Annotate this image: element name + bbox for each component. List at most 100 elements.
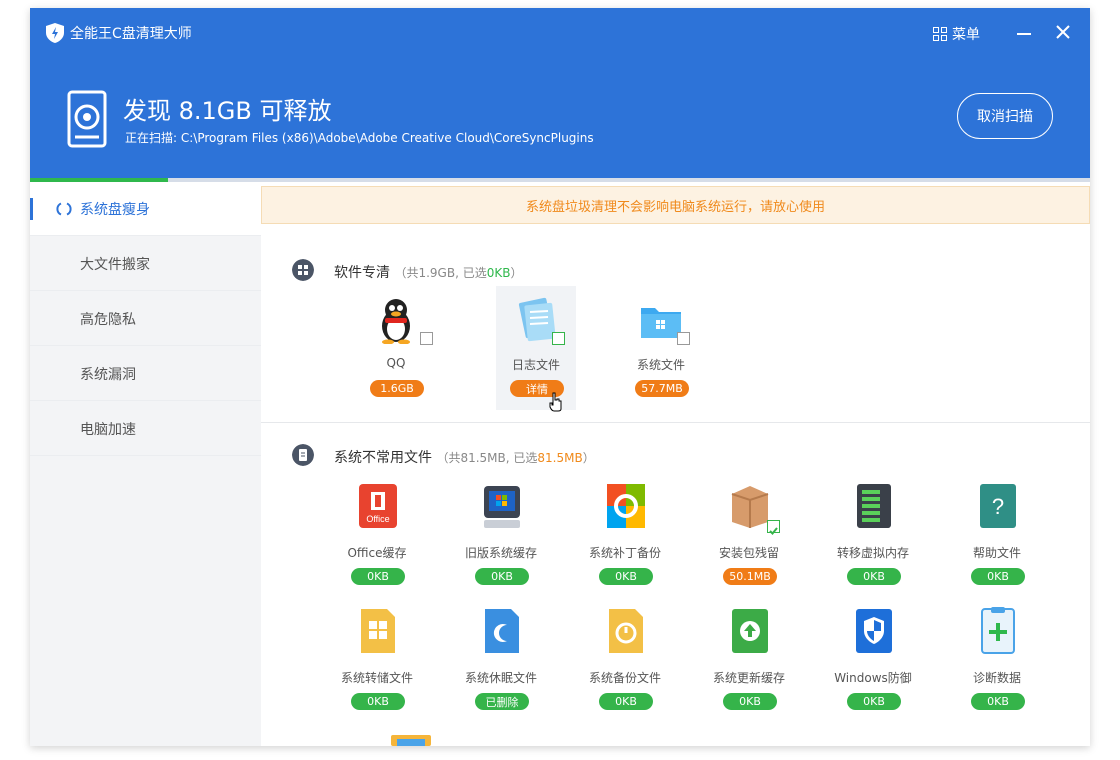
scan-status: 正在扫描: C:\Program Files (x86)\Adobe\Adobe…	[125, 129, 594, 146]
minimize-icon[interactable]	[1014, 23, 1034, 43]
help-file-icon: ?	[980, 484, 1016, 528]
item-label: 系统补丁备份	[588, 546, 661, 560]
sidebar: 系统盘瘦身 大文件搬家 高危隐私 系统漏洞 电脑加速	[30, 182, 261, 746]
qq-penguin-icon	[382, 299, 410, 344]
item-dump-file[interactable]: 系统转储文件 0KB	[327, 607, 427, 727]
diagnostic-data-icon	[981, 607, 1015, 654]
log-files-checkbox[interactable]	[552, 332, 565, 345]
item-windows-defender[interactable]: Windows防御 0KB	[823, 607, 923, 727]
item-qq[interactable]: QQ 1.6GB	[356, 286, 436, 410]
size-badge: 0KB	[599, 693, 653, 710]
old-system-icon	[484, 486, 520, 528]
sidebar-item-speedup[interactable]: 电脑加速	[30, 402, 261, 456]
item-label: 安装包残留	[718, 546, 779, 560]
item-label: 系统文件	[636, 358, 685, 372]
size-badge: 50.1MB	[723, 568, 777, 585]
windows-defender-icon	[856, 609, 892, 653]
section-title-text: 软件专清	[334, 265, 390, 281]
size-badge: 0KB	[847, 693, 901, 710]
header-banner: 全能王C盘清理大师 菜单 发现 8.1GB 可释放 正在扫描: C:\Progr…	[30, 8, 1090, 180]
refresh-ring-icon	[56, 202, 72, 216]
item-old-system[interactable]: 旧版系统缓存 0KB	[451, 482, 551, 602]
menu-button[interactable]: 菜单	[933, 23, 980, 45]
cancel-scan-button[interactable]: 取消扫描	[957, 93, 1053, 139]
item-office[interactable]: Office Office缓存 0KB	[327, 482, 427, 602]
size-badge: 0KB	[847, 568, 901, 585]
item-label: 系统休眠文件	[464, 671, 537, 685]
item-label: 转移虚拟内存	[836, 546, 909, 560]
item-label: 诊断数据	[972, 671, 1021, 685]
size-badge: 0KB	[723, 693, 777, 710]
scan-prefix: 正在扫描:	[125, 131, 178, 145]
size-badge: 0KB	[351, 693, 405, 710]
item-label: 系统转储文件	[340, 671, 413, 685]
size-badge: 已删除	[475, 693, 529, 710]
size-badge: 0KB	[599, 568, 653, 585]
main-panel: 系统盘垃圾清理不会影响电脑系统运行，请放心使用 软件专清 （共1.9GB, 已选…	[261, 182, 1090, 746]
package-box-icon	[731, 486, 769, 528]
free-space-headline: 发现 8.1GB 可释放	[123, 97, 332, 125]
sidebar-item-system-slim[interactable]: 系统盘瘦身	[30, 182, 261, 236]
apps-grid-icon	[292, 259, 314, 281]
notice-banner: 系统盘垃圾清理不会影响电脑系统运行，请放心使用	[261, 186, 1090, 224]
item-patch-backup[interactable]: 系统补丁备份 0KB	[575, 482, 675, 602]
svg-text:?: ?	[992, 494, 1004, 519]
sidebar-item-privacy[interactable]: 高危隐私	[30, 292, 261, 346]
sidebar-item-vulnerability[interactable]: 系统漏洞	[30, 347, 261, 401]
svg-text:Office: Office	[366, 514, 389, 524]
section-system-rare-title: 系统不常用文件 （共81.5MB, 已选81.5MB）	[334, 447, 595, 467]
hibernate-file-icon	[485, 609, 519, 653]
package-checkbox[interactable]	[767, 520, 780, 535]
item-help-file[interactable]: ? 帮助文件 0KB	[947, 482, 1047, 602]
patch-backup-icon	[607, 484, 645, 528]
section-title-text: 系统不常用文件	[334, 450, 432, 466]
system-files-checkbox[interactable]	[677, 332, 690, 345]
sidebar-item-label: 系统盘瘦身	[80, 201, 150, 218]
sidebar-item-big-files[interactable]: 大文件搬家	[30, 237, 261, 291]
item-package-box[interactable]: 安装包残留 50.1MB	[699, 482, 799, 602]
item-update-cache[interactable]: 系统更新缓存 0KB	[699, 607, 799, 727]
scan-disk-icon	[67, 90, 107, 148]
sidebar-item-label: 系统漏洞	[80, 366, 136, 383]
shield-logo-icon	[46, 23, 64, 43]
sidebar-item-label: 电脑加速	[80, 421, 136, 438]
size-badge: 0KB	[351, 568, 405, 585]
menu-label: 菜单	[952, 27, 980, 43]
item-label: 日志文件	[511, 358, 560, 372]
extra-item-icon	[391, 735, 431, 746]
size-badge: 1.6GB	[370, 380, 424, 397]
item-log-files[interactable]: 日志文件 详情	[496, 286, 576, 410]
item-virtual-memory[interactable]: 转移虚拟内存 0KB	[823, 482, 923, 602]
section-note: （共1.9GB, 已选0KB）	[394, 266, 523, 280]
item-label: 旧版系统缓存	[464, 546, 537, 560]
item-system-files[interactable]: 系统文件 57.7MB	[621, 286, 701, 410]
app-window: 全能王C盘清理大师 菜单 发现 8.1GB 可释放 正在扫描: C:\Progr…	[30, 8, 1090, 746]
item-system-backup[interactable]: 系统备份文件 0KB	[575, 607, 675, 727]
size-badge: 57.7MB	[635, 380, 689, 397]
files-grid-icon	[292, 444, 314, 466]
size-badge: 0KB	[971, 693, 1025, 710]
item-label: 系统更新缓存	[712, 671, 785, 685]
office-icon: Office	[359, 484, 397, 528]
section-software-title: 软件专清 （共1.9GB, 已选0KB）	[334, 262, 522, 282]
section-note: （共81.5MB, 已选81.5MB）	[436, 451, 595, 465]
item-label: Windows防御	[834, 671, 912, 685]
item-label: QQ	[386, 356, 406, 370]
item-label: 帮助文件	[972, 546, 1021, 560]
item-label: 系统备份文件	[588, 671, 661, 685]
sidebar-item-label: 大文件搬家	[80, 256, 150, 273]
close-icon[interactable]	[1053, 22, 1073, 42]
active-indicator	[30, 198, 33, 220]
item-hibernate-file[interactable]: 系统休眠文件 已删除	[451, 607, 551, 727]
scan-path: C:\Program Files (x86)\Adobe\Adobe Creat…	[180, 131, 594, 145]
section-divider	[261, 422, 1090, 423]
sidebar-item-label: 高危隐私	[80, 311, 136, 328]
virtual-memory-icon	[857, 484, 891, 528]
grid-menu-icon	[933, 27, 947, 41]
item-diagnostic-data[interactable]: 诊断数据 0KB	[947, 607, 1047, 727]
item-label: Office缓存	[347, 546, 407, 560]
hand-cursor-icon	[549, 392, 562, 412]
size-badge: 0KB	[475, 568, 529, 585]
qq-checkbox[interactable]	[420, 332, 433, 345]
system-backup-icon	[609, 609, 643, 653]
